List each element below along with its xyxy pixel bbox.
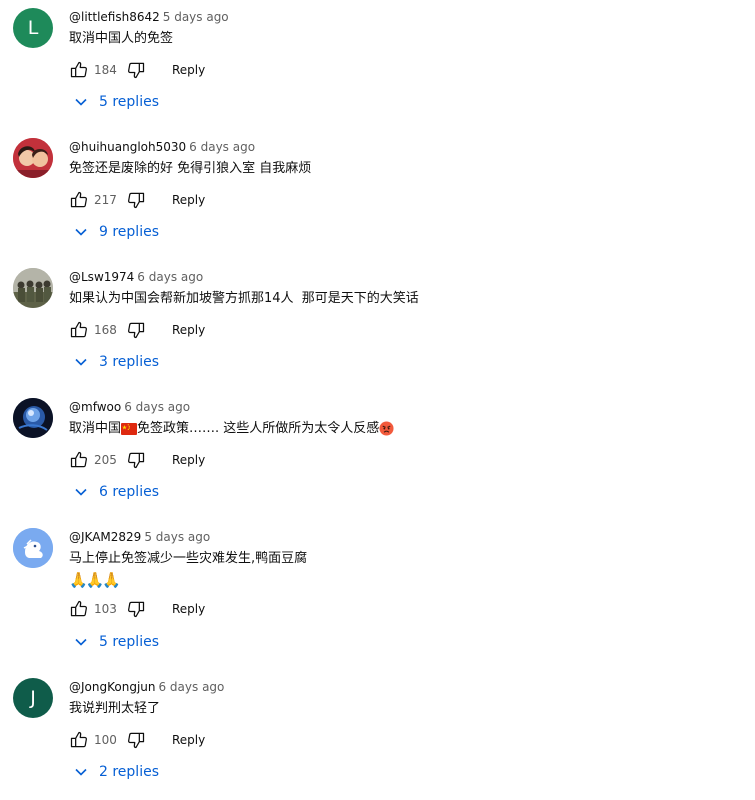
like-count: 217 bbox=[94, 193, 117, 207]
comment-meta: @littlefish8642 5 days ago bbox=[69, 10, 229, 24]
chevron-down-icon bbox=[75, 228, 87, 236]
replies-label: 3 replies bbox=[99, 354, 159, 370]
chevron-down-icon bbox=[75, 358, 87, 366]
comment-meta: @huihuangloh5030 6 days ago bbox=[69, 140, 255, 154]
comment: @huihuangloh5030 6 days ago 免签还是废除的好 免得引狼… bbox=[0, 130, 755, 260]
reply-button[interactable]: Reply bbox=[172, 323, 205, 337]
avatar[interactable] bbox=[13, 528, 53, 568]
avatar-image bbox=[13, 528, 53, 568]
author-name[interactable]: @mfwoo bbox=[69, 400, 121, 414]
view-replies-button[interactable]: 6 replies bbox=[74, 484, 159, 500]
china-flag-icon bbox=[121, 422, 138, 435]
dislike-icon[interactable] bbox=[126, 60, 146, 80]
author-name[interactable]: @littlefish8642 bbox=[69, 10, 160, 24]
comment: J @JongKongjun 6 days ago 我说判刑太轻了 100 Rep… bbox=[0, 670, 755, 800]
chevron-down-icon bbox=[75, 768, 87, 776]
replies-label: 5 replies bbox=[99, 94, 159, 110]
reply-button[interactable]: Reply bbox=[172, 453, 205, 467]
comment-actions: 168 Reply bbox=[69, 320, 205, 340]
comment: L @littlefish8642 5 days ago 取消中国人的免签 184… bbox=[0, 0, 755, 130]
view-replies-button[interactable]: 9 replies bbox=[74, 224, 159, 240]
replies-label: 6 replies bbox=[99, 484, 159, 500]
like-count: 205 bbox=[94, 453, 117, 467]
comment-actions: 103 Reply bbox=[69, 599, 205, 619]
comment: @Lsw1974 6 days ago 如果认为中国会帮新加坡警方抓那14人 那可… bbox=[0, 260, 755, 390]
avatar[interactable]: J bbox=[13, 678, 53, 718]
comment-text: 我说判刑太轻了 bbox=[69, 701, 161, 716]
comment-actions: 217 Reply bbox=[69, 190, 205, 210]
dislike-icon[interactable] bbox=[126, 450, 146, 470]
comment-meta: @JongKongjun 6 days ago bbox=[69, 680, 224, 694]
like-icon[interactable] bbox=[69, 599, 89, 619]
comment-time[interactable]: 5 days ago bbox=[144, 530, 210, 544]
like-count: 168 bbox=[94, 323, 117, 337]
comment-text-part: 免签政策……. 这些人所做所为太令人反感 bbox=[137, 421, 380, 436]
like-icon[interactable] bbox=[69, 60, 89, 80]
angry-face-icon bbox=[379, 421, 394, 436]
comment-actions: 184 Reply bbox=[69, 60, 205, 80]
chevron-down-icon bbox=[75, 98, 87, 106]
avatar[interactable] bbox=[13, 268, 53, 308]
comment-meta: @Lsw1974 6 days ago bbox=[69, 270, 203, 284]
avatar-letter: J bbox=[30, 687, 36, 709]
comment-time[interactable]: 6 days ago bbox=[137, 270, 203, 284]
like-icon[interactable] bbox=[69, 320, 89, 340]
comment-text: 取消中国人的免签 bbox=[69, 31, 174, 46]
like-count: 103 bbox=[94, 602, 117, 616]
avatar[interactable] bbox=[13, 138, 53, 178]
comment: @mfwoo 6 days ago 取消中国 免签政策……. 这些人所做所为太令人反… bbox=[0, 390, 755, 520]
comment-meta: @mfwoo 6 days ago bbox=[69, 400, 190, 414]
dislike-icon[interactable] bbox=[126, 190, 146, 210]
view-replies-button[interactable]: 5 replies bbox=[74, 94, 159, 110]
replies-label: 5 replies bbox=[99, 634, 159, 650]
avatar-image bbox=[13, 268, 53, 308]
comment-time[interactable]: 6 days ago bbox=[158, 680, 224, 694]
author-name[interactable]: @JongKongjun bbox=[69, 680, 155, 694]
dislike-icon[interactable] bbox=[126, 320, 146, 340]
author-name[interactable]: @JKAM2829 bbox=[69, 530, 141, 544]
comment-text: 免签还是废除的好 免得引狼入室 自我麻烦 bbox=[69, 161, 312, 176]
comment-text-part: 取消中国 bbox=[69, 421, 122, 436]
view-replies-button[interactable]: 2 replies bbox=[74, 764, 159, 780]
comment: @JKAM2829 5 days ago 马上停止免签减少一些灾难发生,鸭面豆腐 … bbox=[0, 520, 755, 650]
comment-text: 取消中国 免签政策……. 这些人所做所为太令人反感 bbox=[69, 420, 394, 438]
like-icon[interactable] bbox=[69, 190, 89, 210]
author-name[interactable]: @huihuangloh5030 bbox=[69, 140, 186, 154]
comment-actions: 100 Reply bbox=[69, 730, 205, 750]
like-count: 184 bbox=[94, 63, 117, 77]
replies-label: 2 replies bbox=[99, 764, 159, 780]
like-icon[interactable] bbox=[69, 450, 89, 470]
comment-text: 如果认为中国会帮新加坡警方抓那14人 那可是天下的大笑话 bbox=[69, 291, 419, 306]
author-name[interactable]: @Lsw1974 bbox=[69, 270, 134, 284]
comment-time[interactable]: 5 days ago bbox=[163, 10, 229, 24]
comment-time[interactable]: 6 days ago bbox=[124, 400, 190, 414]
dislike-icon[interactable] bbox=[126, 599, 146, 619]
comment-text: 马上停止免签减少一些灾难发生,鸭面豆腐 bbox=[69, 551, 308, 566]
view-replies-button[interactable]: 5 replies bbox=[74, 634, 159, 650]
avatar[interactable]: L bbox=[13, 8, 53, 48]
chevron-down-icon bbox=[75, 488, 87, 496]
comment-text-line2: 🙏🙏🙏 bbox=[69, 571, 121, 589]
avatar[interactable] bbox=[13, 398, 53, 438]
replies-label: 9 replies bbox=[99, 224, 159, 240]
comment-time[interactable]: 6 days ago bbox=[189, 140, 255, 154]
reply-button[interactable]: Reply bbox=[172, 602, 205, 616]
comment-actions: 205 Reply bbox=[69, 450, 205, 470]
avatar-letter: L bbox=[27, 17, 39, 39]
dislike-icon[interactable] bbox=[126, 730, 146, 750]
view-replies-button[interactable]: 3 replies bbox=[74, 354, 159, 370]
like-count: 100 bbox=[94, 733, 117, 747]
reply-button[interactable]: Reply bbox=[172, 733, 205, 747]
like-icon[interactable] bbox=[69, 730, 89, 750]
avatar-image bbox=[13, 398, 53, 438]
reply-button[interactable]: Reply bbox=[172, 63, 205, 77]
chevron-down-icon bbox=[75, 638, 87, 646]
comment-meta: @JKAM2829 5 days ago bbox=[69, 530, 210, 544]
avatar-image bbox=[13, 138, 53, 178]
reply-button[interactable]: Reply bbox=[172, 193, 205, 207]
